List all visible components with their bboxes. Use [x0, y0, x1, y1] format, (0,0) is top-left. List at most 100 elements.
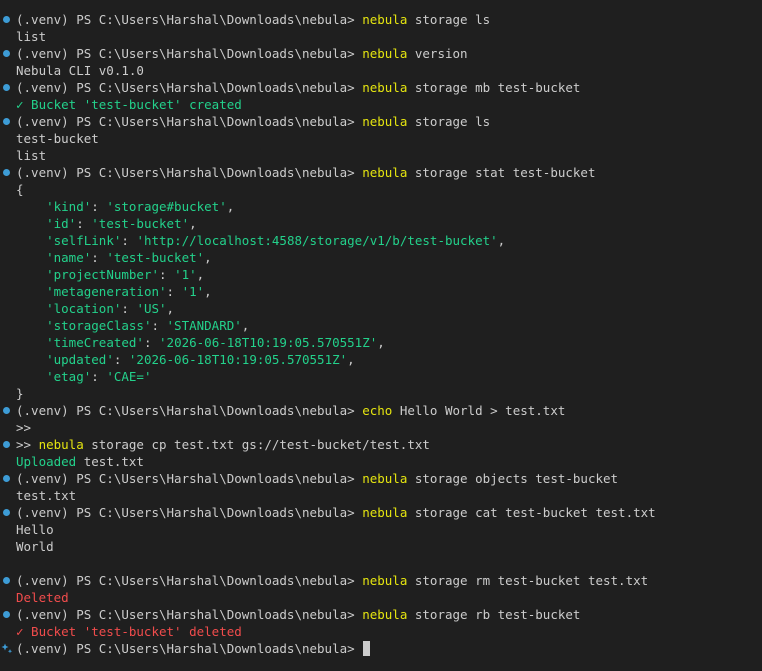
terminal-text: (.venv) PS C:\Users\Harshal\Downloads\ne… [16, 114, 363, 129]
terminal-text: list [16, 148, 47, 163]
terminal-text: version [407, 46, 468, 61]
terminal-text-command: nebula [362, 12, 408, 27]
terminal-text-command: echo [362, 403, 393, 418]
terminal-prompt-line: >> nebula storage cp test.txt gs://test-… [0, 436, 762, 453]
terminal-text: storage ls [407, 114, 491, 129]
terminal-text: storage rb test-bucket [407, 607, 581, 622]
terminal-output-line: Deleted [0, 589, 762, 606]
terminal-output-line: 'updated': '2026-06-18T10:19:05.570551Z'… [0, 351, 762, 368]
terminal-text-string: 'etag' [46, 369, 92, 384]
terminal-output-line: test.txt [0, 487, 762, 504]
terminal-text: storage rm test-bucket test.txt [407, 573, 649, 588]
terminal-text: list [16, 29, 47, 44]
terminal-output-line: >> [0, 419, 762, 436]
command-decoration-dot-icon[interactable] [3, 50, 10, 57]
terminal-output-line: } [0, 385, 762, 402]
terminal-text-command: nebula [362, 607, 408, 622]
terminal-prompt-line: (.venv) PS C:\Users\Harshal\Downloads\ne… [0, 113, 762, 130]
command-decoration-dot-icon[interactable] [3, 475, 10, 482]
terminal-text: , [204, 284, 212, 299]
command-decoration-dot-icon[interactable] [3, 577, 10, 584]
terminal-output-line: 'etag': 'CAE=' [0, 368, 762, 385]
terminal-text-command: nebula [362, 505, 408, 520]
terminal-text-command: nebula [362, 471, 408, 486]
terminal-output-line: { [0, 181, 762, 198]
terminal-text-string: 'metageneration' [46, 284, 167, 299]
terminal-text-command: nebula [38, 437, 84, 452]
terminal-text: { [16, 182, 24, 197]
terminal-text: test.txt [16, 488, 77, 503]
terminal-output-line: World [0, 538, 762, 555]
terminal-output-line: 'name': 'test-bucket', [0, 249, 762, 266]
terminal-text-string: 'selfLink' [46, 233, 122, 248]
terminal-text-string: 'http://localhost:4588/storage/v1/b/test… [136, 233, 498, 248]
terminal-output-line: Nebula CLI v0.1.0 [0, 62, 762, 79]
terminal-output-line: 'timeCreated': '2026-06-18T10:19:05.5705… [0, 334, 762, 351]
command-decoration-dot-icon[interactable] [3, 169, 10, 176]
terminal-text-string: 'name' [46, 250, 92, 265]
terminal-text: : [76, 216, 92, 231]
terminal-text: (.venv) PS C:\Users\Harshal\Downloads\ne… [16, 165, 363, 180]
command-decoration-dot-icon[interactable] [3, 16, 10, 23]
command-decoration-dot-icon[interactable] [3, 509, 10, 516]
terminal-text-command: nebula [362, 165, 408, 180]
terminal-text: World [16, 539, 54, 554]
terminal-text: (.venv) PS C:\Users\Harshal\Downloads\ne… [16, 641, 363, 656]
terminal-text-command: nebula [362, 114, 408, 129]
terminal-output[interactable]: (.venv) PS C:\Users\Harshal\Downloads\ne… [0, 0, 762, 671]
terminal-text-command: nebula [362, 80, 408, 95]
terminal-text: : [151, 318, 167, 333]
terminal-text: : [91, 250, 107, 265]
terminal-prompt-line: (.venv) PS C:\Users\Harshal\Downloads\ne… [0, 470, 762, 487]
text-cursor [363, 641, 371, 656]
terminal-text: storage objects test-bucket [407, 471, 619, 486]
terminal-text: : [91, 369, 107, 384]
terminal-text: storage stat test-bucket [407, 165, 596, 180]
terminal-text: , [497, 233, 506, 248]
terminal-text: , [226, 199, 235, 214]
terminal-text: , [166, 301, 175, 316]
terminal-prompt-line: (.venv) PS C:\Users\Harshal\Downloads\ne… [0, 402, 762, 419]
terminal-text-string: 'updated' [46, 352, 114, 367]
terminal-text-string: '1' [174, 267, 197, 282]
terminal-prompt-line: (.venv) PS C:\Users\Harshal\Downloads\ne… [0, 504, 762, 521]
terminal-output-line: list [0, 28, 762, 45]
terminal-text-string: 'projectNumber' [46, 267, 159, 282]
terminal-text: (.venv) PS C:\Users\Harshal\Downloads\ne… [16, 471, 363, 486]
terminal-text-string: 'kind' [46, 199, 92, 214]
terminal-text: Hello [16, 522, 54, 537]
sparkle-icon[interactable] [1, 642, 13, 654]
terminal-text-string: 'test-bucket' [91, 216, 190, 231]
command-decoration-dot-icon[interactable] [3, 84, 10, 91]
terminal-text: (.venv) PS C:\Users\Harshal\Downloads\ne… [16, 403, 363, 418]
terminal-text-string: 'storageClass' [46, 318, 152, 333]
command-decoration-dot-icon[interactable] [3, 118, 10, 125]
terminal-output-line: 'storageClass': 'STANDARD', [0, 317, 762, 334]
terminal-text: (.venv) PS C:\Users\Harshal\Downloads\ne… [16, 46, 363, 61]
terminal-text: storage mb test-bucket [407, 80, 581, 95]
terminal-output-line: Uploaded test.txt [0, 453, 762, 470]
command-decoration-dot-icon[interactable] [3, 407, 10, 414]
terminal-output-line: 'metageneration': '1', [0, 283, 762, 300]
command-decoration-dot-icon[interactable] [3, 441, 10, 448]
terminal-text: Hello World > test.txt [392, 403, 566, 418]
terminal-prompt-line: (.venv) PS C:\Users\Harshal\Downloads\ne… [0, 164, 762, 181]
terminal-text: : [91, 199, 107, 214]
terminal-text-success: Uploaded [16, 454, 77, 469]
terminal-text: : [121, 233, 137, 248]
terminal-text: , [189, 216, 197, 231]
terminal-text-string: '1' [181, 284, 205, 299]
terminal-prompt-line: (.venv) PS C:\Users\Harshal\Downloads\ne… [0, 606, 762, 623]
terminal-text: , [204, 250, 212, 265]
terminal-text-string: 'US' [136, 301, 167, 316]
terminal-text: , [196, 267, 205, 282]
terminal-text-error: Deleted [16, 590, 69, 605]
command-decoration-dot-icon[interactable] [3, 611, 10, 618]
terminal-text-error: ✓ Bucket 'test-bucket' deleted [16, 624, 242, 639]
